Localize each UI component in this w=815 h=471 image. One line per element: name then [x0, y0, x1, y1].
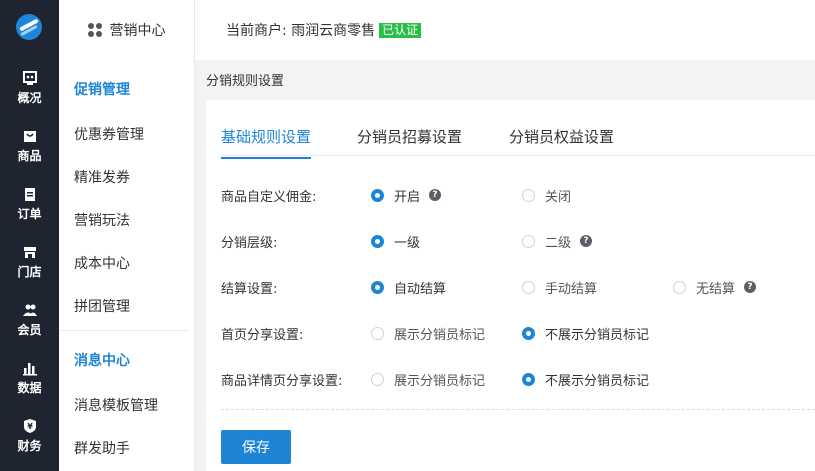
radio-option[interactable]: 不展示分销员标记 [522, 370, 649, 389]
form-label: 结算设置: [221, 281, 278, 297]
save-button[interactable]: 保存 [221, 430, 291, 464]
radio-option[interactable]: 一级 [371, 232, 420, 251]
marketing-submenu: 营销中心 促销管理 优惠券管理 精准发券 营销玩法 成本中心 拼团管理 消息中心… [59, 0, 195, 471]
form-label: 分销层级: [221, 235, 278, 251]
form-label: 商品详情页分享设置: [221, 373, 343, 389]
radio-label: 手动结算 [545, 281, 598, 297]
form-label: 首页分享设置: [221, 327, 304, 343]
tab-basic-rules[interactable]: 基础规则设置 [221, 126, 312, 159]
nav-item-orders[interactable]: 订单 [0, 186, 59, 222]
radio-checked[interactable] [522, 326, 535, 340]
nav-label: 概况 [17, 91, 42, 105]
radio-option[interactable]: 展示分销员标记 [371, 324, 485, 343]
member-icon [22, 302, 38, 318]
radio-label: 一级 [394, 235, 421, 251]
radio-unchecked[interactable] [522, 188, 535, 202]
main-nav-rail: 概况 商品 订单 门店 会员 数据 ¥ 财务 [0, 0, 59, 471]
nav-label: 订单 [17, 207, 42, 221]
settings-card: 基础规则设置 分销员招募设置 分销员权益设置 商品自定义佣金: 开启 ? 关闭 … [206, 100, 815, 471]
nav-item-members[interactable]: 会员 [0, 302, 59, 338]
data-icon [22, 360, 38, 376]
finance-icon: ¥ [22, 418, 38, 434]
radio-option[interactable]: 关闭 [522, 186, 571, 205]
help-icon[interactable]: ? [580, 235, 593, 247]
submenu-item-coupon[interactable]: 优惠券管理 [74, 124, 144, 144]
radio-option[interactable]: 自动结算 [371, 278, 446, 297]
submenu-item-mass-send[interactable]: 群发助手 [74, 438, 130, 458]
tab-bar: 基础规则设置 分销员招募设置 分销员权益设置 [221, 116, 815, 159]
submenu-item-group-buy[interactable]: 拼团管理 [74, 296, 130, 316]
form-label: 商品自定义佣金: [221, 189, 317, 205]
radio-option[interactable]: 展示分销员标记 [371, 370, 485, 389]
radio-label: 展示分销员标记 [394, 327, 486, 343]
apps-icon [87, 23, 102, 37]
submenu-group-message[interactable]: 消息中心 [74, 350, 130, 370]
submenu-item-targeted-coupon[interactable]: 精准发券 [74, 167, 130, 187]
nav-item-finance[interactable]: ¥ 财务 [0, 418, 59, 454]
svg-text:¥: ¥ [27, 422, 33, 431]
top-bar: 当前商户: 雨润云商零售 已认证 [195, 0, 815, 60]
nav-label: 数据 [17, 381, 42, 395]
radio-label: 无结算 [696, 281, 736, 297]
nav-item-overview[interactable]: 概况 [0, 70, 59, 106]
submenu-item-marketing-play[interactable]: 营销玩法 [74, 210, 130, 230]
submenu-item-message-template[interactable]: 消息模板管理 [74, 395, 158, 415]
radio-label: 不展示分销员标记 [545, 373, 650, 389]
radio-label: 展示分销员标记 [394, 373, 486, 389]
tab-benefit-settings[interactable]: 分销员权益设置 [509, 126, 614, 157]
radio-unchecked[interactable] [371, 372, 384, 386]
help-icon[interactable]: ? [429, 189, 442, 201]
nav-label: 门店 [17, 265, 42, 279]
radio-unchecked[interactable] [673, 280, 686, 294]
submenu-header: 营销中心 [59, 0, 194, 60]
radio-checked[interactable] [371, 188, 384, 202]
submenu-divider [59, 330, 189, 331]
app-logo[interactable] [16, 14, 42, 40]
page-title: 分销规则设置 [195, 60, 815, 99]
store-icon [22, 244, 38, 260]
current-merchant: 当前商户: 雨润云商零售 [226, 23, 376, 39]
radio-option[interactable]: 二级 ? [522, 232, 593, 251]
radio-unchecked[interactable] [371, 326, 384, 340]
overview-icon [22, 70, 38, 86]
radio-checked[interactable] [371, 280, 384, 294]
nav-label: 商品 [17, 149, 42, 163]
tab-recruit-settings[interactable]: 分销员招募设置 [357, 126, 462, 157]
submenu-item-cost-center[interactable]: 成本中心 [74, 253, 130, 273]
radio-option[interactable]: 无结算 ? [673, 278, 757, 297]
submenu-title: 营销中心 [109, 23, 166, 39]
radio-label: 开启 [394, 189, 421, 205]
radio-checked[interactable] [522, 372, 535, 386]
radio-label: 自动结算 [394, 281, 447, 297]
order-icon [22, 186, 38, 202]
radio-option[interactable]: 开启 ? [371, 186, 442, 205]
radio-unchecked[interactable] [522, 280, 535, 294]
nav-item-store[interactable]: 门店 [0, 244, 59, 280]
radio-option[interactable]: 不展示分销员标记 [522, 324, 649, 343]
nav-item-goods[interactable]: 商品 [0, 128, 59, 164]
form-divider [221, 409, 815, 410]
verified-badge: 已认证 [379, 22, 422, 38]
radio-option[interactable]: 手动结算 [522, 278, 597, 297]
nav-item-data[interactable]: 数据 [0, 360, 59, 396]
radio-unchecked[interactable] [522, 234, 535, 248]
radio-checked[interactable] [371, 234, 384, 248]
radio-label: 不展示分销员标记 [545, 327, 650, 343]
goods-icon [22, 128, 38, 144]
help-icon[interactable]: ? [744, 281, 757, 293]
nav-label: 财务 [17, 439, 42, 453]
nav-label: 会员 [17, 323, 42, 337]
radio-label: 二级 [545, 235, 572, 251]
radio-label: 关闭 [545, 189, 572, 205]
submenu-group-promotion[interactable]: 促销管理 [74, 79, 130, 99]
